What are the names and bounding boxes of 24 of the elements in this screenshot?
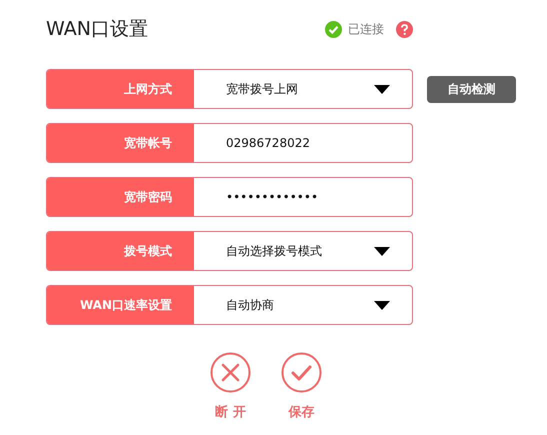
caret-icon bbox=[374, 246, 390, 256]
field-label: WAN口速率设置 bbox=[47, 286, 194, 324]
field-value: 自动协商 bbox=[226, 296, 275, 314]
caret-icon bbox=[374, 300, 390, 310]
field-value: 自动选择拨号模式 bbox=[226, 242, 323, 260]
dropdown-field[interactable]: 上网方式 宽带拨号上网 bbox=[46, 69, 413, 109]
input-field[interactable]: 宽带帐号 02986728022 bbox=[46, 123, 413, 163]
field-label: 拨号模式 bbox=[47, 232, 194, 270]
field-label: 上网方式 bbox=[47, 70, 194, 108]
checkmark-icon bbox=[281, 352, 322, 393]
close-icon bbox=[210, 352, 251, 393]
input-field[interactable]: 宽带密码 ••••••••••••• bbox=[46, 177, 413, 217]
auto-detect-button[interactable]: 自动检测 bbox=[427, 76, 516, 102]
connection-status: 已连接 bbox=[348, 20, 384, 38]
field-value: ••••••••••••• bbox=[226, 190, 320, 204]
field-value: 宽带拨号上网 bbox=[226, 80, 299, 98]
field-label: 宽带密码 bbox=[47, 178, 194, 216]
dropdown-field[interactable]: WAN口速率设置 自动协商 bbox=[46, 285, 413, 325]
dropdown-field[interactable]: 拨号模式 自动选择拨号模式 bbox=[46, 231, 413, 271]
page-title: WAN口设置 bbox=[46, 17, 149, 42]
help-icon[interactable] bbox=[396, 20, 413, 38]
field-label: 宽带帐号 bbox=[47, 124, 194, 162]
field-value: 02986728022 bbox=[226, 136, 311, 150]
caret-icon bbox=[374, 84, 390, 94]
